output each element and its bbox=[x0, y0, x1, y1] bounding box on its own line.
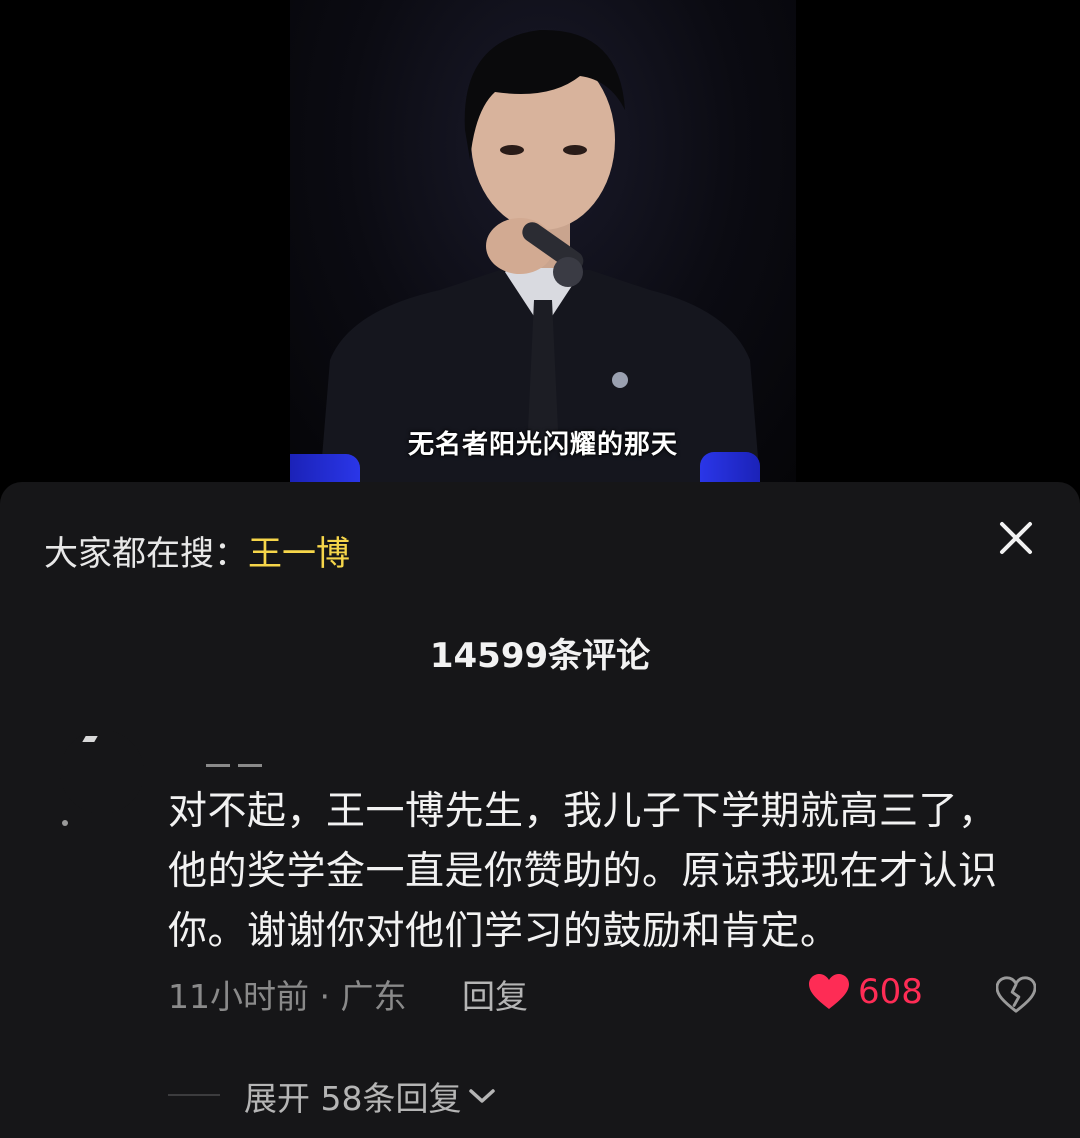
comment-count: 14599条评论 bbox=[429, 636, 651, 676]
search-suggestion[interactable]: 大家都在搜：王一博 bbox=[44, 526, 350, 575]
close-button[interactable] bbox=[996, 518, 1036, 558]
video-player[interactable]: 无名者阳光闪耀的那天 bbox=[0, 0, 1080, 482]
username-glyph bbox=[238, 764, 262, 767]
comment-time-location: 11小时前 · 广东 bbox=[168, 977, 407, 1016]
video-subtitle: 无名者阳光闪耀的那天 bbox=[407, 430, 678, 460]
chevron-down-icon bbox=[469, 1089, 496, 1103]
expand-replies-divider bbox=[168, 1094, 220, 1096]
avatar-dot bbox=[62, 820, 68, 826]
broken-heart-icon bbox=[995, 976, 1037, 1013]
reply-button[interactable]: 回复 bbox=[462, 970, 528, 1018]
close-icon bbox=[1000, 522, 1032, 554]
like-count: 608 bbox=[858, 972, 923, 1012]
like-button[interactable]: 608 bbox=[808, 972, 923, 1012]
search-suggestion-keyword[interactable]: 王一博 bbox=[248, 534, 350, 574]
comment-panel: 大家都在搜：王一博 14599条评论 对不起，王一博先生，我儿子下学期就高三了，… bbox=[0, 482, 1080, 1138]
comment-text: 对不起，王一博先生，我儿子下学期就高三了，他的奖学金一直是你赞助的。原谅我现在才… bbox=[168, 789, 998, 954]
username-glyph bbox=[206, 764, 230, 767]
heart-filled-icon bbox=[809, 974, 849, 1009]
dislike-button[interactable] bbox=[995, 976, 1037, 1014]
search-suggestion-label: 大家都在搜： bbox=[44, 534, 248, 574]
expand-replies-label: 展开 58条回复 bbox=[244, 1079, 462, 1118]
video-frame[interactable]: 无名者阳光闪耀的那天 bbox=[290, 0, 796, 482]
avatar[interactable] bbox=[60, 730, 144, 814]
performer-image bbox=[320, 29, 760, 482]
expand-replies-button[interactable]: 展开 58条回复 bbox=[244, 1072, 497, 1120]
avatar-mark bbox=[82, 736, 98, 742]
username[interactable] bbox=[206, 764, 274, 774]
